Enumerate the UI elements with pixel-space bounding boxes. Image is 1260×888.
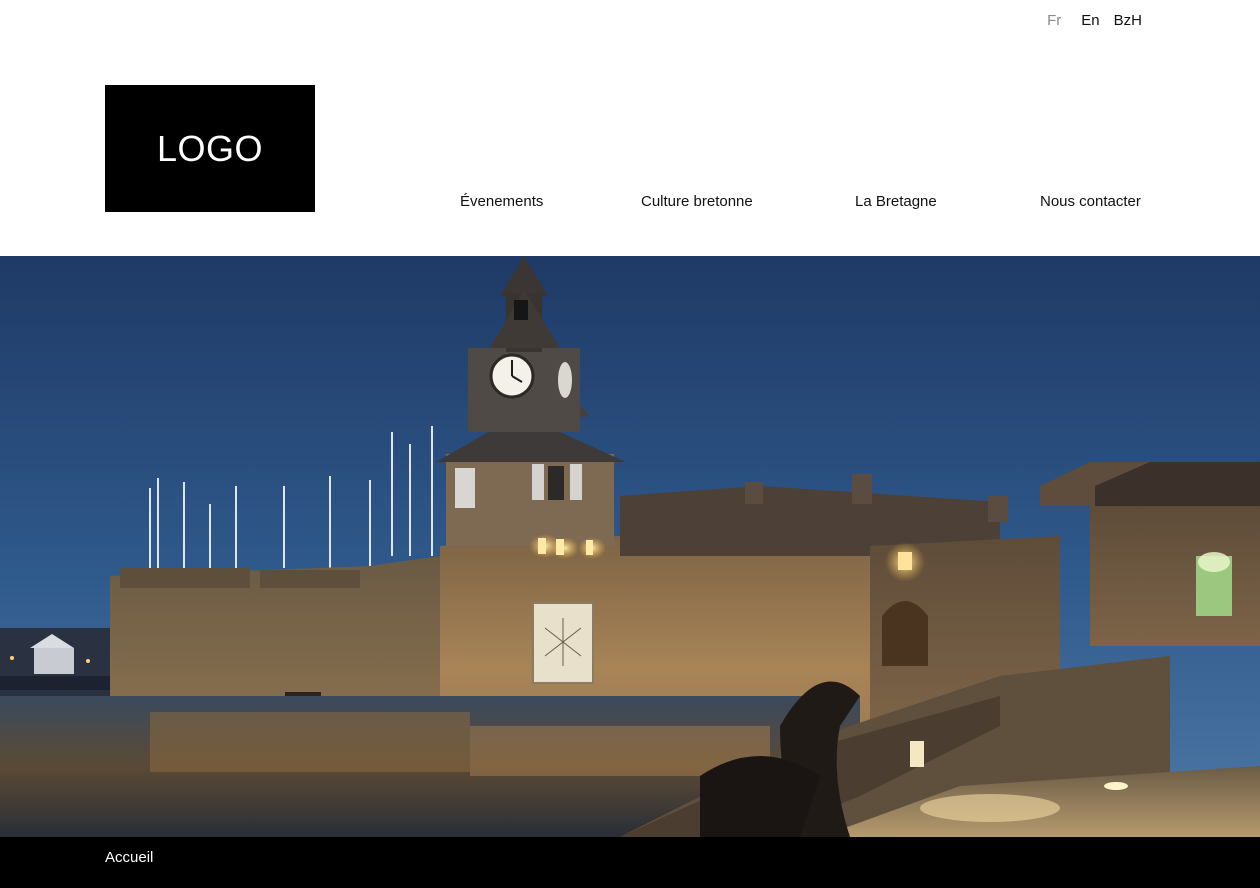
breadcrumb-home-link[interactable]: Accueil — [105, 849, 153, 866]
footer-bar: Accueil — [0, 837, 1260, 888]
nav-item-nous-contacter[interactable]: Nous contacter — [1040, 193, 1141, 210]
nav-item-culture-bretonne[interactable]: Culture bretonne — [641, 193, 753, 210]
hero-image — [0, 256, 1260, 837]
main-nav: Évenements Culture bretonne La Bretagne … — [0, 193, 1260, 217]
lang-fr-link[interactable]: Fr — [1033, 12, 1061, 29]
lang-bzh-link[interactable]: BzH — [1100, 12, 1142, 29]
lang-en-link[interactable]: En — [1061, 12, 1099, 29]
nav-item-evenements[interactable]: Évenements — [460, 193, 543, 210]
nav-item-la-bretagne[interactable]: La Bretagne — [855, 193, 937, 210]
language-switcher: Fr En BzH — [1033, 12, 1142, 29]
